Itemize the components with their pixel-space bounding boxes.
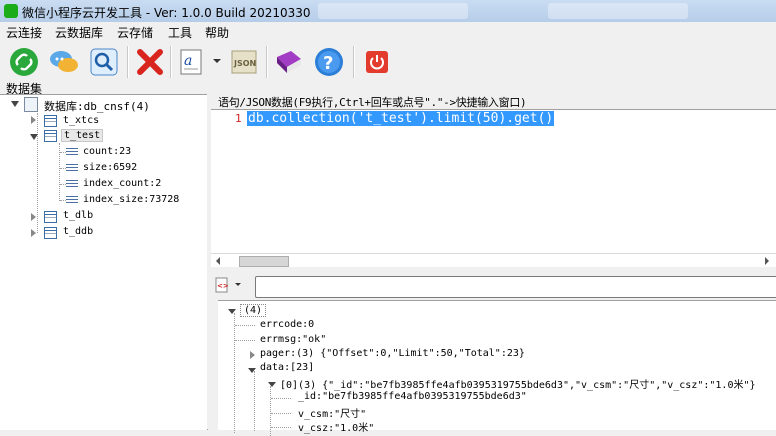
tree-collection-selected[interactable]: t_test	[61, 129, 104, 142]
tree-field[interactable]: index_size:73728	[83, 194, 179, 205]
tree-collection[interactable]: t_ddb	[63, 226, 93, 237]
connect-icon[interactable]	[8, 46, 40, 78]
result-node[interactable]: v_csz:"1.0米"	[298, 419, 374, 434]
chat-icon[interactable]	[48, 46, 80, 78]
expand-icon[interactable]	[30, 134, 38, 140]
toolbar-separator	[266, 46, 268, 78]
search-icon[interactable]	[88, 46, 120, 78]
menu-database[interactable]: 云数据库	[55, 24, 103, 41]
editor-gutter: 1	[211, 110, 245, 254]
chevron-down-icon[interactable]	[235, 283, 241, 286]
scroll-left-icon[interactable]	[216, 257, 220, 265]
result-path-field[interactable]	[255, 276, 776, 298]
query-editor[interactable]: 1 db.collection('t_test').limit(50).get(…	[211, 109, 776, 254]
result-node[interactable]: v_csm:"尺寸"	[298, 405, 366, 420]
result-node[interactable]: errcode:0	[260, 319, 314, 330]
result-toolbar: <>	[211, 270, 776, 300]
tree-field[interactable]: index_count:2	[83, 178, 161, 189]
book-icon[interactable]	[273, 46, 305, 78]
scroll-right-icon[interactable]	[765, 257, 769, 265]
table-icon	[44, 130, 57, 142]
expand-icon[interactable]	[228, 309, 236, 314]
tree-field[interactable]: size:6592	[83, 162, 137, 173]
toolbar-separator	[353, 46, 355, 78]
svg-text:a: a	[184, 53, 192, 69]
window-title: 微信小程序云开发工具 - Ver: 1.0.0 Build 20210330	[22, 6, 311, 20]
menu-tools[interactable]: 工具	[168, 24, 192, 41]
json-icon[interactable]: JSON	[228, 46, 260, 78]
tree-collection[interactable]: t_xtcs	[63, 115, 99, 126]
toolbar-separator	[170, 46, 172, 78]
result-root[interactable]: (4)	[240, 304, 267, 317]
delete-icon[interactable]	[134, 46, 166, 78]
background-tab	[548, 3, 688, 19]
result-tree: (4) errcode:0 errmsg:"ok" pager:(3) {"Of…	[218, 300, 776, 436]
scroll-thumb[interactable]	[239, 256, 289, 267]
power-icon[interactable]	[361, 46, 393, 78]
collapse-icon[interactable]	[31, 229, 36, 237]
field-icon	[66, 180, 78, 189]
title-bar: 微信小程序云开发工具 - Ver: 1.0.0 Build 20210330	[0, 0, 776, 22]
toolbar-separator	[127, 46, 129, 78]
svg-text:JSON: JSON	[233, 59, 256, 68]
editor-label: 语句/JSON数据(F9执行,Ctrl+回车或点号"."->快捷输入窗口)	[218, 96, 527, 109]
menu-bar: 云连接 云数据库 云存储 工具 帮助	[0, 22, 776, 40]
tree-guide	[37, 113, 38, 233]
result-node[interactable]: pager:(3) {"Offset":0,"Limit":50,"Total"…	[260, 348, 525, 359]
tree-guide	[235, 325, 255, 326]
result-node[interactable]: data:[23]	[260, 362, 314, 373]
expand-icon[interactable]	[268, 382, 276, 387]
font-icon[interactable]: a	[176, 46, 208, 78]
expand-icon[interactable]	[248, 368, 256, 373]
xml-doc-icon[interactable]: <>	[215, 277, 229, 293]
field-icon	[66, 196, 78, 205]
collapse-icon[interactable]	[31, 213, 36, 221]
horizontal-scrollbar[interactable]	[211, 253, 776, 267]
help-icon[interactable]: ?	[313, 46, 345, 78]
line-number: 1	[235, 112, 242, 125]
menu-storage[interactable]: 云存储	[117, 24, 153, 41]
tree-field[interactable]: count:23	[83, 146, 131, 157]
query-code[interactable]: db.collection('t_test').limit(50).get()	[247, 111, 555, 126]
expand-icon[interactable]	[11, 101, 19, 107]
tree-guide	[271, 427, 291, 428]
tree-guide	[254, 371, 255, 431]
collapse-icon[interactable]	[250, 351, 255, 359]
dataset-tree: 数据库:db_cnsf(4) t_xtcs t_test count:23 si…	[0, 94, 208, 430]
svg-text:<>: <>	[217, 282, 229, 290]
table-icon	[44, 227, 57, 239]
result-node[interactable]: [0](3) {"_id":"be7fb3985ffe4afb039531975…	[280, 376, 756, 391]
collapse-icon[interactable]	[31, 116, 36, 124]
svg-text:?: ?	[323, 53, 333, 74]
table-icon	[44, 211, 57, 223]
menu-connect[interactable]: 云连接	[6, 24, 42, 41]
toolbar: a JSON ?	[0, 40, 776, 84]
tree-guide	[271, 398, 291, 399]
app-icon	[4, 4, 18, 18]
tree-database[interactable]: 数据库:db_cnsf(4)	[44, 98, 150, 114]
tree-guide	[235, 340, 255, 341]
result-node[interactable]: _id:"be7fb3985ffe4afb0395319755bde6d3"	[298, 391, 527, 402]
background-tab	[318, 3, 468, 19]
tree-collection[interactable]: t_dlb	[63, 210, 93, 221]
chevron-down-icon[interactable]	[213, 59, 221, 63]
result-node[interactable]: errmsg:"ok"	[260, 334, 326, 345]
database-icon	[24, 97, 38, 112]
tree-guide	[234, 313, 235, 433]
table-icon	[44, 115, 57, 127]
menu-help[interactable]: 帮助	[205, 24, 229, 41]
tree-guide	[271, 413, 291, 414]
field-icon	[66, 164, 78, 173]
field-icon	[66, 148, 78, 157]
